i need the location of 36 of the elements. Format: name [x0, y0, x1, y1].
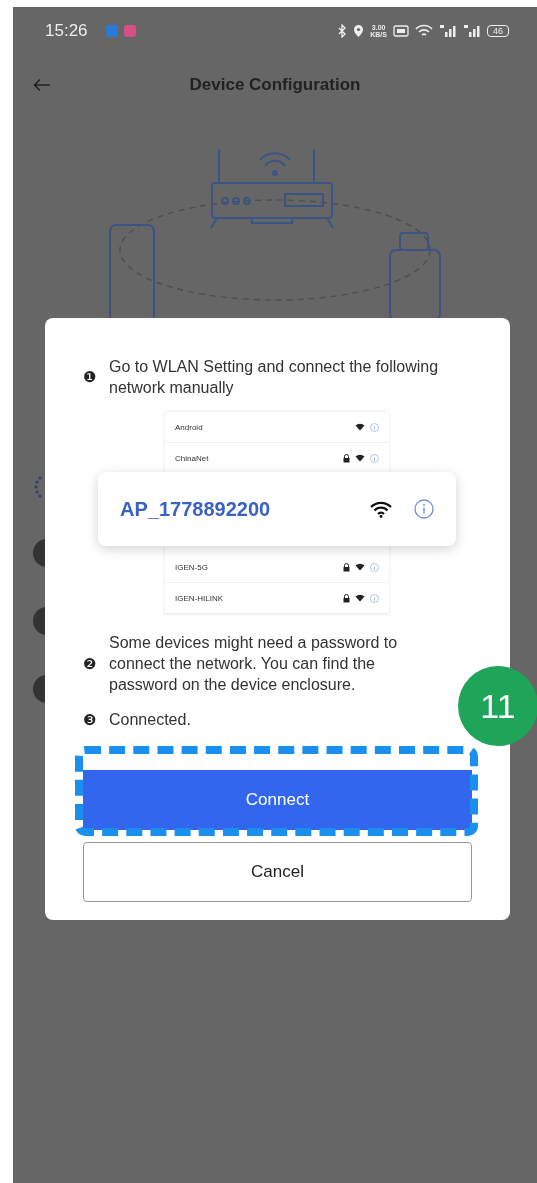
info-icon [370, 453, 379, 463]
step-number: ❶ [83, 368, 97, 386]
wifi-icon [355, 563, 365, 571]
step-text: Connected. [109, 710, 192, 730]
signal-icon [463, 24, 481, 38]
connect-button[interactable]: Connect [83, 770, 472, 830]
loading-spinner-icon [33, 475, 43, 499]
info-icon [370, 422, 379, 432]
network-name: AP_1778892200 [120, 497, 272, 521]
signal-icon [439, 24, 457, 38]
wifi-icon [415, 24, 433, 38]
network-name: ChinaNet [175, 453, 210, 463]
wifi-icon [355, 594, 365, 602]
cancel-button[interactable]: Cancel [83, 842, 472, 902]
info-icon [414, 499, 434, 519]
page-title: Device Configuration [188, 75, 362, 95]
back-arrow-icon[interactable] [33, 78, 51, 92]
info-icon [370, 593, 379, 603]
step-text: Some devices might need a password to connect the network. You can find the password on the device enclosure. [109, 633, 399, 695]
app-notification-icon [105, 25, 118, 37]
battery-level: 46 [487, 25, 509, 37]
network-name: Android [175, 422, 204, 432]
network-name: IGEN-5G [175, 562, 209, 572]
step-number: ❸ [83, 710, 97, 729]
wifi-icon [370, 500, 392, 518]
hd-icon [393, 25, 409, 37]
app-notification-icon [123, 25, 136, 37]
wifi-icon [355, 423, 365, 431]
info-icon [370, 562, 379, 572]
step-number: ❷ [83, 654, 97, 673]
bluetooth-icon [337, 24, 348, 38]
location-pin-icon [353, 24, 365, 38]
wifi-icon [355, 454, 365, 462]
status-time: 15:26 [45, 21, 88, 41]
step-text: Go to WLAN Setting and connect the following network manually [109, 357, 439, 398]
network-name: IGEN-HILINK [175, 593, 224, 603]
